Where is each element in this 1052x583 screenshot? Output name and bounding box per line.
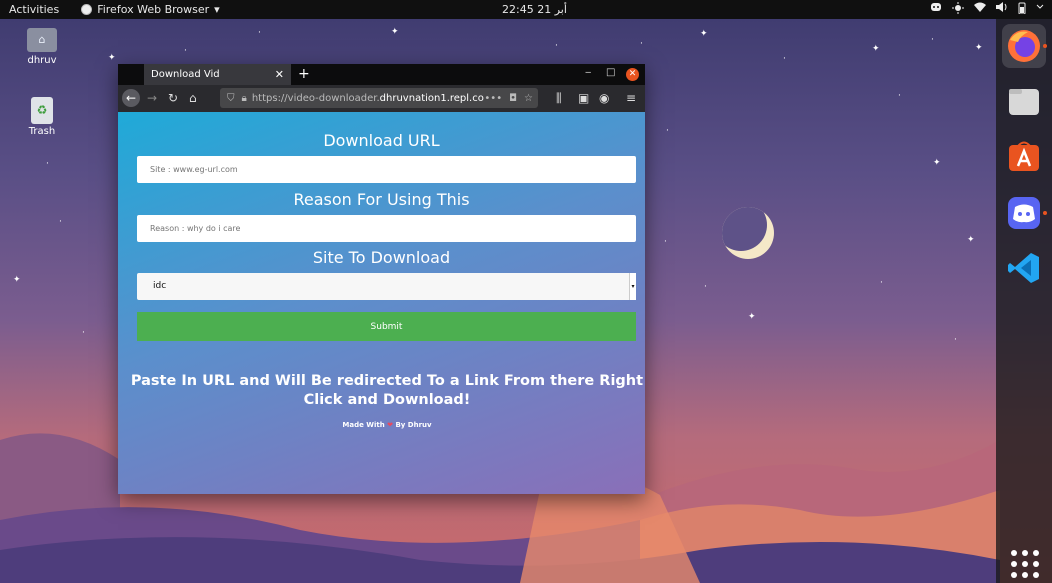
- url-text: https://video-downloader.dhruvnation1.re…: [251, 92, 484, 104]
- home-folder-desktop-icon[interactable]: ⌂ dhruv: [17, 28, 67, 66]
- running-indicator: [1043, 211, 1047, 215]
- page-content: Download URL Reason For Using This Site …: [118, 112, 645, 494]
- site-select-value: idc: [153, 281, 167, 291]
- url-bar[interactable]: ⛉ 🔒︎ https://video-downloader.dhruvnatio…: [220, 88, 538, 108]
- vscode-icon: [1008, 253, 1039, 283]
- close-window-icon[interactable]: ✕: [626, 68, 639, 81]
- tab-title: Download Vid: [151, 69, 220, 80]
- close-tab-icon[interactable]: ✕: [275, 68, 284, 81]
- app-menu-label: Firefox Web Browser: [97, 3, 210, 16]
- trash-desktop-icon[interactable]: ♻ Trash: [17, 97, 67, 137]
- tab-download-vid[interactable]: Download Vid ✕: [144, 64, 291, 85]
- sidebar-icon[interactable]: ▣: [578, 91, 589, 105]
- library-icon[interactable]: ⫼: [556, 91, 562, 106]
- submit-button[interactable]: Submit: [137, 312, 636, 341]
- reload-icon[interactable]: ↻: [168, 91, 178, 105]
- page-actions-icon[interactable]: •••: [484, 93, 502, 104]
- wifi-icon[interactable]: [974, 2, 986, 12]
- firefox-icon: [1008, 30, 1040, 62]
- made-with-credit: Made With ❤ By Dhruv: [342, 421, 432, 429]
- minimize-icon[interactable]: ‒: [585, 67, 591, 78]
- crescent-moon: [722, 207, 774, 259]
- activities-button[interactable]: Activities: [9, 3, 59, 16]
- hamburger-menu-icon[interactable]: ≡: [626, 91, 636, 105]
- maximize-icon[interactable]: □: [606, 67, 615, 78]
- tab-bar: Download Vid ✕ + ‒ □ ✕: [118, 64, 645, 85]
- dock-vscode[interactable]: [1002, 246, 1046, 290]
- discord-icon: [1008, 197, 1040, 229]
- trash-label: Trash: [28, 126, 56, 137]
- clock[interactable]: 22:45 21 أبر: [502, 3, 567, 16]
- battery-icon[interactable]: [1018, 2, 1026, 14]
- show-applications-grid-icon[interactable]: [1011, 550, 1039, 578]
- firefox-window: Download Vid ✕ + ‒ □ ✕ ← → ↻ ⌂ ⛉ 🔒︎ http…: [118, 64, 645, 494]
- files-folder-icon: [1009, 89, 1039, 115]
- chevron-down-icon: ▾: [214, 3, 220, 16]
- software-store-icon: [1009, 141, 1039, 171]
- trash-icon: ♻: [31, 97, 53, 124]
- shield-icon[interactable]: ⛉: [227, 93, 235, 104]
- brightness-icon[interactable]: [952, 2, 964, 14]
- system-tray[interactable]: [930, 2, 1044, 14]
- url-input[interactable]: [137, 156, 636, 183]
- bookmark-star-icon[interactable]: ☆: [524, 93, 533, 104]
- dock-discord[interactable]: [1002, 191, 1047, 235]
- navigation-toolbar: ← → ↻ ⌂ ⛉ 🔒︎ https://video-downloader.dh…: [118, 85, 645, 112]
- discord-tray-icon[interactable]: [930, 2, 942, 12]
- dock: [996, 19, 1052, 583]
- download-url-heading: Download URL: [323, 131, 440, 150]
- dock-firefox[interactable]: [1002, 24, 1047, 68]
- new-tab-button[interactable]: +: [298, 66, 310, 82]
- volume-icon[interactable]: [996, 2, 1008, 12]
- dock-ubuntu-software[interactable]: [1002, 134, 1046, 178]
- top-bar: Activities Firefox Web Browser ▾ 22:45 2…: [0, 0, 1052, 19]
- firefox-mini-icon: [81, 4, 93, 15]
- site-to-download-heading: Site To Download: [312, 248, 451, 267]
- back-arrow-icon[interactable]: ←: [122, 89, 140, 107]
- lock-icon[interactable]: 🔒︎: [242, 93, 247, 104]
- pocket-icon[interactable]: ◘: [509, 93, 517, 104]
- account-icon[interactable]: ◉: [599, 91, 609, 105]
- heart-icon: ❤: [387, 421, 394, 429]
- instruction-message: Paste In URL and Will Be redirected To a…: [130, 373, 644, 408]
- home-icon[interactable]: ⌂: [189, 91, 197, 105]
- running-indicator: [1043, 44, 1047, 48]
- home-folder-label: dhruv: [27, 55, 57, 66]
- home-folder-icon: ⌂: [27, 28, 57, 52]
- dock-files[interactable]: [1002, 79, 1046, 123]
- app-menu[interactable]: Firefox Web Browser ▾: [81, 3, 220, 16]
- forward-arrow-icon[interactable]: →: [147, 91, 157, 105]
- site-select[interactable]: idc ▾: [137, 273, 636, 300]
- reason-input[interactable]: [137, 215, 636, 242]
- power-menu-icon[interactable]: [1036, 2, 1044, 12]
- reason-heading: Reason For Using This: [293, 190, 470, 209]
- select-arrow-icon[interactable]: ▾: [629, 273, 636, 300]
